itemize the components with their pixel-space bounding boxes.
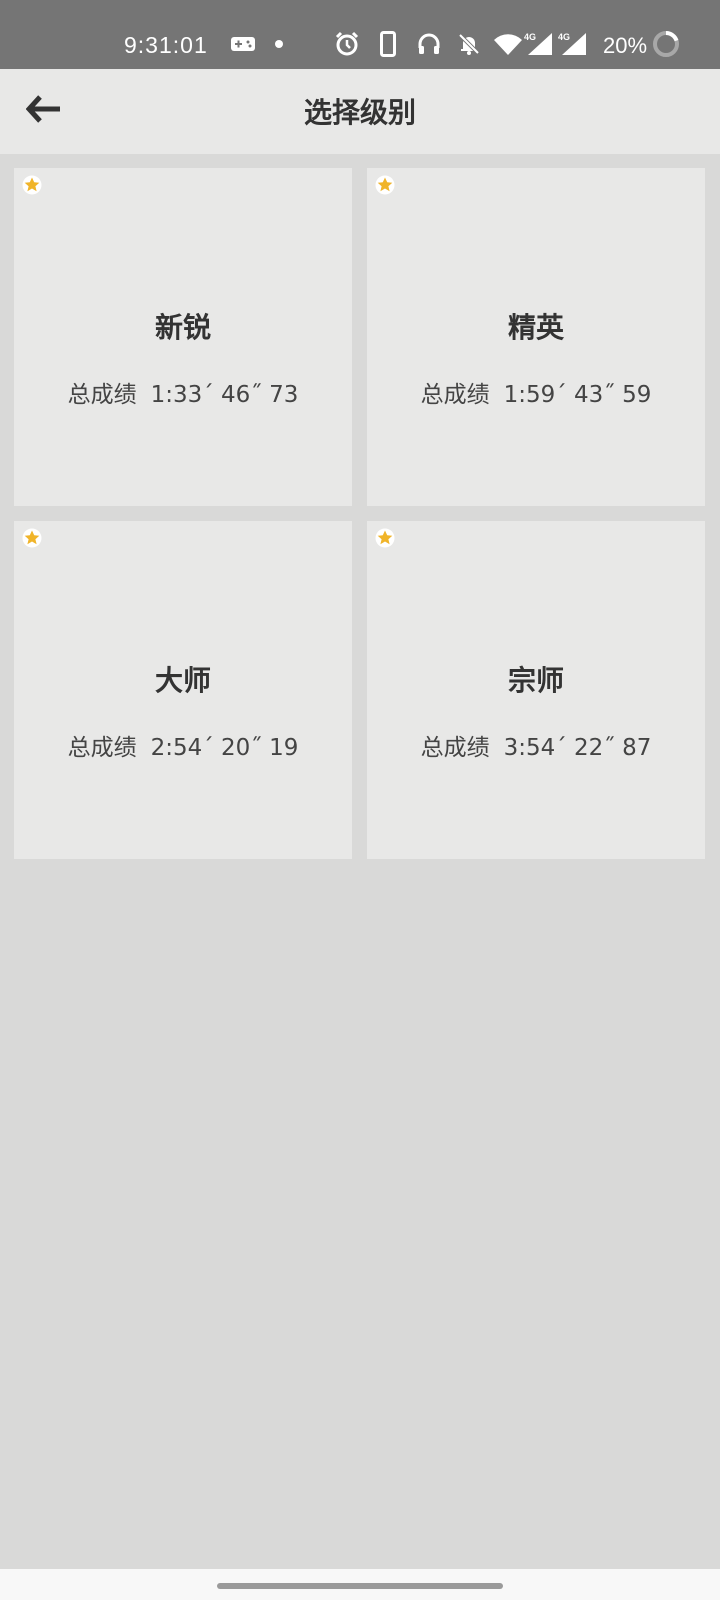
score-value: 1:59´ 43˝ 59 bbox=[503, 382, 652, 408]
level-card[interactable]: 精英 总成绩 1:59´ 43˝ 59 bbox=[367, 168, 705, 506]
status-bar: 9:31:01 4G 4G 20% bbox=[0, 0, 720, 69]
level-score: 总成绩 2:54´ 20˝ 19 bbox=[14, 728, 352, 762]
svg-text:4G: 4G bbox=[558, 32, 570, 42]
level-score: 总成绩 1:33´ 46˝ 73 bbox=[14, 375, 352, 409]
alarm-icon bbox=[333, 30, 361, 58]
home-indicator[interactable] bbox=[217, 1583, 503, 1589]
gamepad-icon bbox=[229, 30, 257, 58]
level-card[interactable]: 宗师 总成绩 3:54´ 22˝ 87 bbox=[367, 521, 705, 859]
star-icon bbox=[22, 175, 42, 195]
level-name: 精英 bbox=[507, 311, 564, 344]
star-icon bbox=[375, 528, 395, 548]
signal-4g-icon: 4G bbox=[558, 30, 588, 58]
score-value: 3:54´ 22˝ 87 bbox=[503, 735, 652, 761]
headset-icon bbox=[415, 30, 443, 58]
status-time: 9:31:01 bbox=[124, 32, 208, 58]
page-title: 选择级别 bbox=[303, 96, 416, 129]
level-score: 总成绩 1:59´ 43˝ 59 bbox=[367, 375, 705, 409]
svg-text:4G: 4G bbox=[524, 32, 536, 42]
level-card[interactable]: 新锐 总成绩 1:33´ 46˝ 73 bbox=[14, 168, 352, 506]
battery-ring-icon bbox=[651, 30, 681, 58]
signal-4g-icon: 4G bbox=[524, 30, 554, 58]
level-name: 大师 bbox=[154, 664, 211, 697]
phone-icon bbox=[377, 30, 399, 58]
level-card[interactable]: 大师 总成绩 2:54´ 20˝ 19 bbox=[14, 521, 352, 859]
score-label: 总成绩 bbox=[67, 735, 137, 761]
score-label: 总成绩 bbox=[67, 382, 137, 408]
star-icon bbox=[375, 175, 395, 195]
dot-icon bbox=[274, 30, 284, 58]
score-label: 总成绩 bbox=[420, 382, 490, 408]
wifi-icon bbox=[492, 30, 524, 58]
app-bar: 选择级别 bbox=[0, 69, 720, 154]
star-icon bbox=[22, 528, 42, 548]
score-value: 1:33´ 46˝ 73 bbox=[150, 382, 299, 408]
level-score: 总成绩 3:54´ 22˝ 87 bbox=[367, 728, 705, 762]
level-name: 宗师 bbox=[507, 664, 564, 697]
score-value: 2:54´ 20˝ 19 bbox=[150, 735, 299, 761]
navigation-bar bbox=[0, 1569, 720, 1600]
bell-off-icon bbox=[455, 30, 483, 58]
score-label: 总成绩 bbox=[420, 735, 490, 761]
level-name: 新锐 bbox=[154, 311, 211, 344]
battery-percent: 20% bbox=[603, 33, 648, 58]
